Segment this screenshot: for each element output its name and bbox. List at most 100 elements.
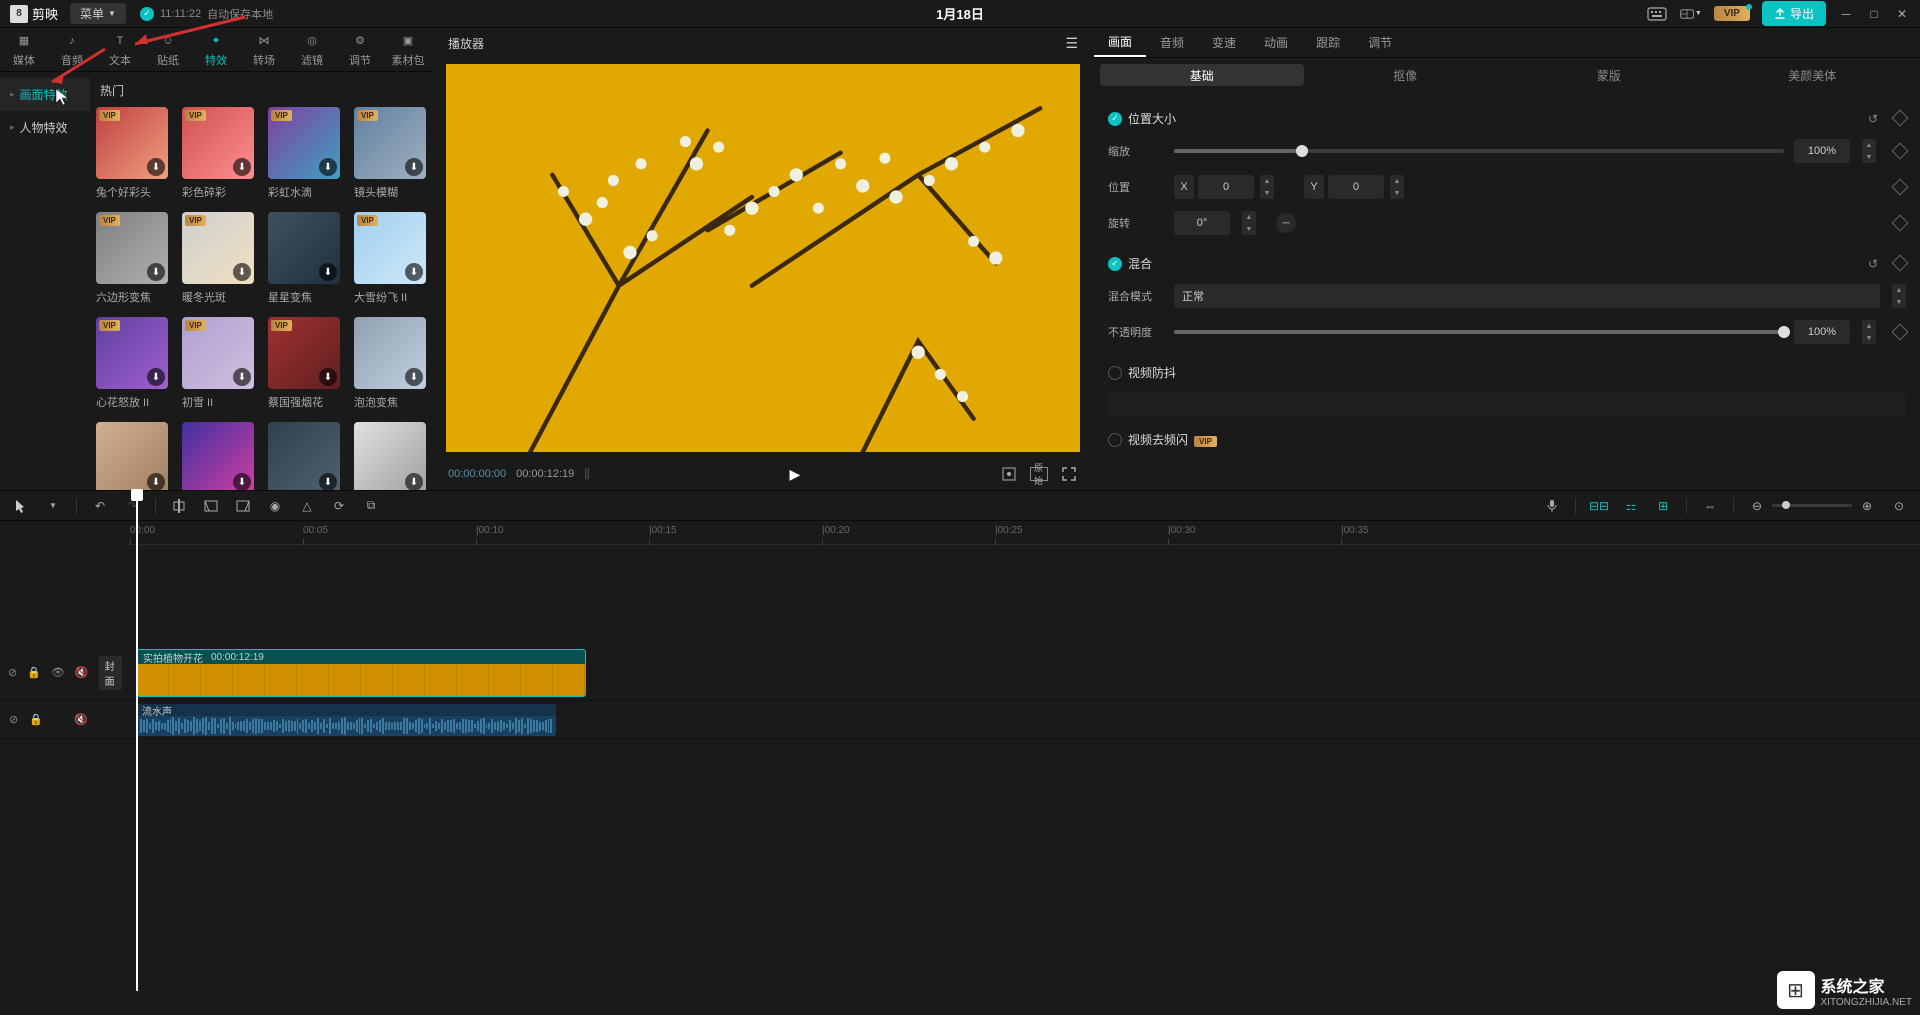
rotation-dial-icon[interactable]: ─ [1276, 213, 1296, 233]
ratio-button[interactable]: 原始 [1030, 467, 1048, 481]
effect-item[interactable]: ⬇JVC [96, 422, 168, 490]
download-icon[interactable]: ⬇ [319, 158, 337, 176]
preview-axis-icon[interactable]: ⊞ [1654, 497, 1672, 515]
download-icon[interactable]: ⬇ [233, 473, 251, 490]
y-stepper[interactable]: ▲▼ [1390, 175, 1404, 199]
effect-item[interactable]: VIP⬇暖冬光斑 [182, 212, 254, 305]
opacity-slider[interactable] [1174, 330, 1784, 334]
blend-stepper[interactable]: ▲▼ [1892, 284, 1906, 308]
download-icon[interactable]: ⬇ [319, 473, 337, 490]
delete-right-icon[interactable] [234, 497, 252, 515]
stabilize-toggle[interactable] [1108, 366, 1122, 380]
property-subtab-2[interactable]: 蒙版 [1507, 64, 1711, 86]
position-x-field[interactable]: 0 [1198, 175, 1254, 199]
property-tab-2[interactable]: 变速 [1198, 28, 1250, 57]
track-mute-icon[interactable]: 🔇 [75, 666, 89, 680]
property-tab-3[interactable]: 动画 [1250, 28, 1302, 57]
zoom-slider[interactable] [1772, 504, 1852, 507]
maximize-button[interactable]: □ [1866, 6, 1882, 22]
effect-item[interactable]: VIP⬇初雪 II [182, 317, 254, 410]
download-icon[interactable]: ⬇ [147, 473, 165, 490]
effect-item[interactable]: VIP⬇镜头模糊 [354, 107, 426, 200]
effects-category-1[interactable]: 人物特效 [0, 111, 90, 144]
download-icon[interactable]: ⬇ [233, 158, 251, 176]
video-clip[interactable]: 实拍植物开花 00:00:12:19 [136, 649, 586, 697]
close-button[interactable]: ✕ [1894, 6, 1910, 22]
download-icon[interactable]: ⬇ [147, 158, 165, 176]
compare-icon[interactable]: ⫼ [584, 467, 590, 482]
rotation-field[interactable]: 0° [1174, 211, 1230, 235]
track-visible-icon[interactable]: 👁 [51, 666, 65, 680]
auto-snap-icon[interactable]: ⊟⊟ [1590, 497, 1608, 515]
property-tab-0[interactable]: 画面 [1094, 28, 1146, 57]
x-stepper[interactable]: ▲▼ [1260, 175, 1274, 199]
player-menu-icon[interactable]: ☰ [1065, 35, 1078, 52]
keyframe-icon[interactable] [1892, 109, 1909, 126]
blend-toggle[interactable]: ✓ [1108, 257, 1122, 271]
download-icon[interactable]: ⬇ [405, 158, 423, 176]
scale-stepper[interactable]: ▲▼ [1862, 139, 1876, 163]
effect-item[interactable]: VIP⬇蔡国强烟花 [268, 317, 340, 410]
effect-item[interactable]: ⬇荧光扫描 [354, 422, 426, 490]
effect-item[interactable]: ⬇抖动 [182, 422, 254, 490]
track-delete-icon[interactable]: ⊘ [8, 666, 17, 680]
menu-button[interactable]: 菜单 ▼ [70, 3, 126, 24]
position-keyframe-icon[interactable] [1892, 179, 1909, 196]
rotate-icon[interactable]: ⟳ [330, 497, 348, 515]
freeze-icon[interactable]: ◉ [266, 497, 284, 515]
effect-item[interactable]: VIP⬇彩虹水滴 [268, 107, 340, 200]
reset-icon[interactable]: ↺ [1868, 112, 1878, 126]
download-icon[interactable]: ⬇ [319, 368, 337, 386]
zoom-in-icon[interactable]: ⊕ [1858, 497, 1876, 515]
effect-item[interactable]: VIP⬇六边形变焦 [96, 212, 168, 305]
split-icon[interactable] [170, 497, 188, 515]
download-icon[interactable]: ⬇ [147, 263, 165, 281]
timeline-ruler[interactable]: 00:0000:05|00:10|00:15|00:20|00:25|00:30… [130, 521, 1920, 545]
scale-slider[interactable] [1174, 149, 1784, 153]
audio-clip[interactable]: 流水声 [136, 704, 556, 736]
zoom-out-icon[interactable]: ⊖ [1748, 497, 1766, 515]
playhead[interactable] [136, 491, 138, 991]
tool-tab-6[interactable]: ◎滤镜 [288, 28, 336, 71]
download-icon[interactable]: ⬇ [147, 368, 165, 386]
property-tab-5[interactable]: 调节 [1354, 28, 1406, 57]
blend-reset-icon[interactable]: ↺ [1868, 257, 1878, 271]
minimize-button[interactable]: ─ [1838, 6, 1854, 22]
scale-value[interactable]: 100% [1794, 139, 1850, 163]
scale-keyframe-icon[interactable] [1892, 143, 1909, 160]
rotation-stepper[interactable]: ▲▼ [1242, 211, 1256, 235]
cover-button[interactable]: 封面 [99, 656, 122, 690]
blend-mode-select[interactable]: 正常 [1174, 284, 1880, 308]
effect-item[interactable]: ⬇镜头变焦 [268, 422, 340, 490]
property-subtab-0[interactable]: 基础 [1100, 64, 1304, 86]
position-y-field[interactable]: 0 [1328, 175, 1384, 199]
deflicker-toggle[interactable] [1108, 433, 1122, 447]
player-canvas[interactable] [446, 64, 1080, 452]
track-align-icon[interactable]: ⇔ [1701, 497, 1719, 515]
audio-track-lock-icon[interactable]: 🔒 [29, 713, 43, 727]
property-tab-1[interactable]: 音频 [1146, 28, 1198, 57]
opacity-stepper[interactable]: ▲▼ [1862, 320, 1876, 344]
delete-left-icon[interactable] [202, 497, 220, 515]
track-lock-icon[interactable]: 🔒 [27, 666, 41, 680]
undo-icon[interactable]: ↶ [91, 497, 109, 515]
tool-tab-8[interactable]: ▣素材包 [384, 28, 432, 71]
effect-item[interactable]: VIP⬇兔个好彩头 [96, 107, 168, 200]
project-title[interactable]: 1月18日 [936, 4, 984, 23]
focus-icon[interactable] [1000, 467, 1018, 481]
property-subtab-3[interactable]: 美颜美体 [1711, 64, 1915, 86]
download-icon[interactable]: ⬇ [405, 473, 423, 490]
select-dropdown-icon[interactable]: ▼ [44, 497, 62, 515]
effect-item[interactable]: VIP⬇彩色碎彩 [182, 107, 254, 200]
play-button[interactable]: ▶ [790, 466, 801, 483]
vip-badge[interactable]: VIP [1714, 6, 1750, 21]
property-tab-4[interactable]: 跟踪 [1302, 28, 1354, 57]
mirror-icon[interactable]: △ [298, 497, 316, 515]
select-tool-icon[interactable] [12, 497, 30, 515]
download-icon[interactable]: ⬇ [405, 263, 423, 281]
tool-tab-7[interactable]: ⚙调节 [336, 28, 384, 71]
opacity-value[interactable]: 100% [1794, 320, 1850, 344]
audio-track-delete-icon[interactable]: ⊘ [8, 713, 19, 727]
download-icon[interactable]: ⬇ [405, 368, 423, 386]
layout-icon[interactable]: ▼ [1680, 5, 1702, 23]
